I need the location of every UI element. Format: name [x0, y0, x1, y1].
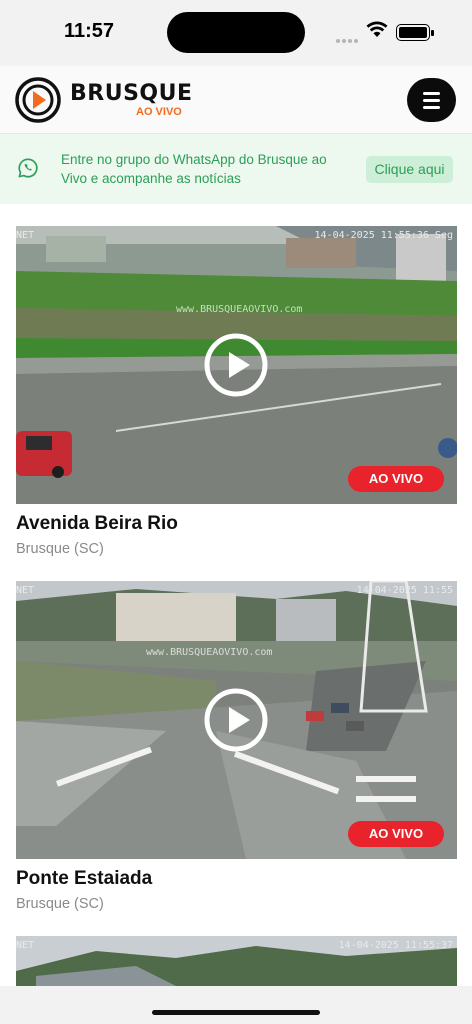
- overlay-net-text: NET: [16, 585, 35, 596]
- whatsapp-banner-text: Entre no grupo do WhatsApp do Brusque ao…: [61, 152, 327, 186]
- cellular-signal-icon: [336, 30, 360, 43]
- overlay-watermark: www.BRUSQUEAOVIVO.com: [176, 304, 303, 315]
- camera-location: Brusque (SC): [16, 541, 104, 557]
- logo-title: BRUSQUE: [70, 81, 193, 106]
- live-badge: AO VIVO: [348, 821, 444, 847]
- overlay-net-text: NET: [16, 940, 35, 951]
- camera-title[interactable]: Ponte Estaiada: [16, 868, 457, 890]
- logo-subtitle: AO VIVO: [136, 106, 182, 118]
- whatsapp-icon: [18, 158, 38, 178]
- hamburger-icon: [423, 92, 440, 95]
- logo-play-icon[interactable]: [14, 76, 62, 124]
- battery-icon: [396, 24, 434, 41]
- camera-title[interactable]: Avenida Beira Rio: [16, 513, 457, 535]
- overlay-timestamp: 14-04-2025 11:55: [356, 585, 453, 596]
- camera-location: Brusque (SC): [16, 896, 104, 912]
- status-bar: 11:57: [0, 0, 472, 66]
- camera-card[interactable]: NET 14-04-2025 11:55 www.BRUSQUEAOVIVO.c…: [16, 581, 457, 912]
- overlay-timestamp: 14-04-2025 11:55:37: [338, 940, 453, 951]
- camera-card[interactable]: NET 14-04-2025 11:55:36 Seg www.BRUSQUEA…: [16, 226, 457, 557]
- overlay-net-text: NET: [16, 230, 35, 241]
- overlay-watermark: www.BRUSQUEAOVIVO.com: [146, 647, 273, 658]
- whatsapp-banner[interactable]: Entre no grupo do WhatsApp do Brusque ao…: [0, 134, 472, 204]
- play-icon[interactable]: [204, 688, 268, 752]
- home-indicator[interactable]: [152, 1010, 320, 1015]
- camera-card[interactable]: NET 14-04-2025 11:55:37: [16, 936, 457, 986]
- whatsapp-join-button[interactable]: Clique aqui: [366, 156, 453, 183]
- overlay-timestamp: 14-04-2025 11:55:36 Seg: [314, 230, 453, 241]
- status-time: 11:57: [64, 20, 115, 42]
- home-indicator-area: [0, 986, 472, 1024]
- menu-button[interactable]: [407, 78, 456, 122]
- camera-thumbnail[interactable]: NET 14-04-2025 11:55 www.BRUSQUEAOVIVO.c…: [16, 581, 457, 859]
- wifi-icon: [366, 21, 388, 37]
- dynamic-island: [167, 12, 305, 53]
- live-badge: AO VIVO: [348, 466, 444, 492]
- site-header: BRUSQUE AO VIVO: [0, 66, 472, 134]
- camera-thumbnail[interactable]: NET 14-04-2025 11:55:36 Seg www.BRUSQUEA…: [16, 226, 457, 504]
- play-icon[interactable]: [204, 333, 268, 397]
- camera-thumbnail[interactable]: NET 14-04-2025 11:55:37: [16, 936, 457, 986]
